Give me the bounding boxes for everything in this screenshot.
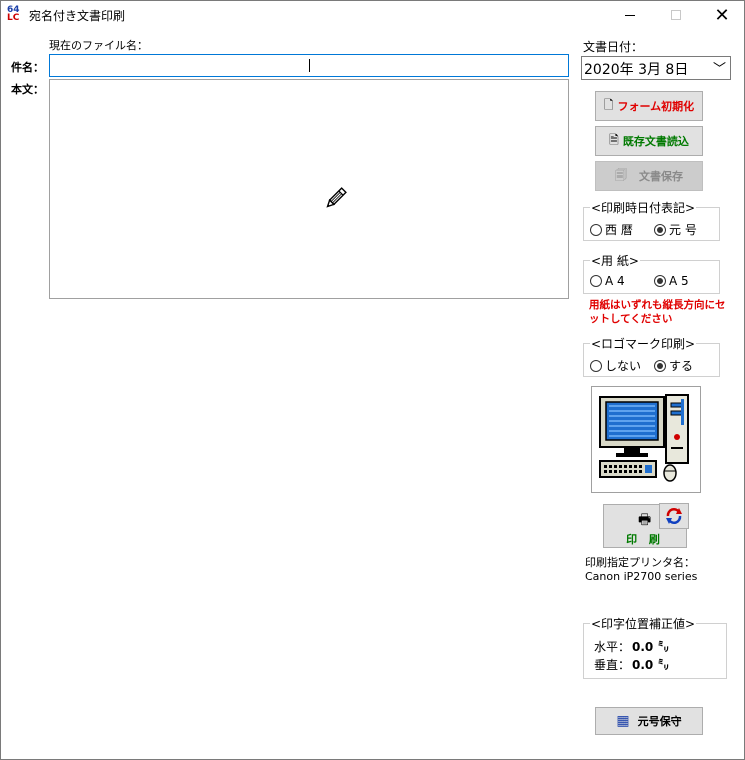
refresh-printer-button[interactable] <box>659 503 689 529</box>
radio-logo-on-circle <box>654 359 666 372</box>
vertical-offset-row: 垂直： 0.0 ㍉ <box>594 656 669 673</box>
radio-a4-circle <box>590 275 602 287</box>
print-position-group: <印字位置補正値> 水平： 0.0 ㍉ 垂直： 0.0 ㍉ <box>583 615 727 679</box>
printer-info: 印刷指定プリンタ名： Canon iP2700 series <box>585 556 697 584</box>
document-date-label: 文書日付： <box>583 40 644 54</box>
maximize-icon <box>671 10 681 20</box>
body-label: 本文： <box>11 83 44 96</box>
minimize-button[interactable] <box>607 1 653 29</box>
date-notation-title: <印刷時日付表記> <box>590 199 697 216</box>
print-label: 印 刷 <box>626 533 664 546</box>
window-title: 宛名付き文書印刷 <box>29 9 126 23</box>
maximize-button[interactable] <box>653 1 699 29</box>
computer-icon <box>599 394 689 482</box>
load-existing-label: 既存文書読込 <box>622 135 689 148</box>
radio-logo-on[interactable]: する <box>654 357 693 374</box>
horizontal-offset-row: 水平： 0.0 ㍉ <box>594 638 669 655</box>
form-init-button[interactable]: 🗋 フォーム初期化 <box>595 91 703 121</box>
radio-a5[interactable]: A 5 <box>654 274 689 288</box>
calendar-icon: ▦ <box>616 713 630 729</box>
new-document-icon: 🗋 <box>603 97 614 112</box>
computer-image <box>591 386 701 493</box>
radio-western-circle <box>590 223 602 236</box>
radio-western-label: 西 暦 <box>605 223 633 237</box>
radio-a5-circle <box>654 275 666 287</box>
chevron-down-icon[interactable]: ﹀ <box>713 58 726 77</box>
form-init-label: フォーム初期化 <box>617 100 695 113</box>
minimize-icon <box>625 14 635 16</box>
open-document-icon: 🗎 <box>609 132 619 147</box>
radio-era-circle <box>654 223 666 236</box>
print-position-title: <印字位置補正値> <box>590 615 697 632</box>
radio-logo-off-label: しない <box>605 359 642 373</box>
paper-group: <用 紙> A 4 A 5 <box>583 252 720 294</box>
logo-print-title: <ロゴマーク印刷> <box>590 335 697 352</box>
title-bar: 64 LC 宛名付き文書印刷 ✕ <box>1 1 744 29</box>
app-window: 64 LC 宛名付き文書印刷 ✕ 現在のファイル名： 件名： 本文： 文書日付：… <box>0 0 745 760</box>
printer-icon: 🖶 <box>638 512 652 528</box>
radio-logo-off-circle <box>590 359 602 372</box>
refresh-icon <box>666 508 682 524</box>
paper-warning: 用紙はいずれも縦長方向にセットしてください <box>589 299 726 325</box>
close-icon: ✕ <box>714 4 730 26</box>
era-preserve-label: 元号保守 <box>637 715 682 728</box>
printer-label: 印刷指定プリンタ名： <box>585 556 695 569</box>
radio-logo-on-label: する <box>669 359 694 373</box>
logo-print-group: <ロゴマーク印刷> しない する <box>583 335 720 377</box>
radio-a5-label: A 5 <box>669 274 689 288</box>
radio-a4-label: A 4 <box>605 274 625 288</box>
radio-western[interactable]: 西 暦 <box>590 221 633 238</box>
text-cursor <box>309 59 310 72</box>
app-icon: 64 LC <box>7 6 23 24</box>
save-document-icon: 🗐 <box>615 167 627 182</box>
body-textarea[interactable] <box>49 79 569 299</box>
radio-era-label: 元 号 <box>669 223 697 237</box>
paper-title: <用 紙> <box>590 252 640 269</box>
radio-a4[interactable]: A 4 <box>590 274 625 288</box>
horizontal-value: 0.0 ㍉ <box>632 640 670 654</box>
load-existing-button[interactable]: 🗎 既存文書読込 <box>595 126 703 156</box>
radio-logo-off[interactable]: しない <box>590 357 641 374</box>
vertical-value: 0.0 ㍉ <box>632 658 670 672</box>
vertical-label: 垂直： <box>594 658 631 672</box>
save-document-button[interactable]: 🗐 文書保存 <box>595 161 703 191</box>
document-date-picker[interactable]: 2020年 3月 8日 ﹀ <box>581 56 731 80</box>
radio-era[interactable]: 元 号 <box>654 221 697 238</box>
save-document-label: 文書保存 <box>639 170 683 183</box>
pencil-icon <box>326 187 347 208</box>
subject-label: 件名： <box>11 61 44 74</box>
close-button[interactable]: ✕ <box>699 1 745 29</box>
horizontal-label: 水平： <box>594 640 631 654</box>
printer-name: Canon iP2700 series <box>585 570 698 583</box>
subject-input[interactable] <box>49 54 569 77</box>
current-file-label: 現在のファイル名： <box>49 39 148 52</box>
app-icon-bottom-text: LC <box>7 13 20 23</box>
era-preserve-button[interactable]: ▦ 元号保守 <box>595 707 703 735</box>
date-notation-group: <印刷時日付表記> 西 暦 元 号 <box>583 199 720 241</box>
document-date-value: 2020年 3月 8日 <box>584 62 689 78</box>
